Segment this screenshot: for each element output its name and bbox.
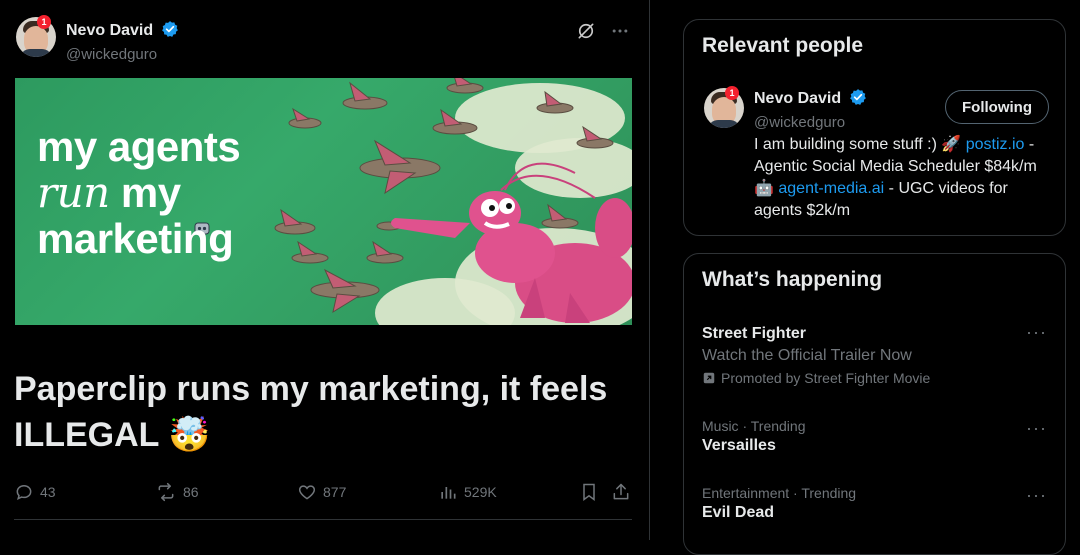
views-button[interactable]: 529K: [438, 482, 497, 502]
bio-link-agent-media[interactable]: agent-media.ai: [778, 180, 884, 197]
more-icon[interactable]: [609, 20, 631, 42]
lobster-illustration: [391, 162, 632, 323]
notification-badge: 1: [37, 15, 51, 29]
like-count: 877: [323, 484, 347, 500]
person-info: Nevo David @wickedguro: [754, 88, 867, 131]
trend-meta: Entertainment · Trending: [702, 485, 857, 501]
trend-title: Street Fighter: [702, 325, 807, 342]
reply-count: 43: [40, 484, 56, 500]
image-text-line1: my agents: [37, 123, 241, 170]
bio-link-postiz[interactable]: postiz.io: [966, 136, 1025, 153]
trend-meta: Music · Trending: [702, 418, 806, 434]
image-text-line2-rest: my: [109, 169, 181, 216]
share-button[interactable]: [611, 482, 631, 502]
author-handle[interactable]: @wickedguro: [66, 46, 179, 63]
bookmark-button[interactable]: [579, 482, 599, 502]
reply-icon: [16, 484, 32, 501]
bio-text: I am building some stuff :) 🚀: [754, 136, 966, 153]
relevant-people-title: Relevant people: [702, 34, 864, 57]
reply-button[interactable]: 43: [14, 482, 56, 502]
trend-item[interactable]: Entertainment · Trending Evil Dead ···: [702, 485, 1047, 522]
trend-description: Watch the Official Trailer Now: [702, 347, 912, 364]
post-actions: 43 86 877 529K: [14, 482, 632, 504]
bookmark-icon: [583, 483, 595, 501]
person-handle[interactable]: @wickedguro: [754, 114, 867, 131]
views-count: 529K: [464, 484, 497, 500]
like-icon: [298, 485, 316, 500]
image-text-line2-italic: run: [37, 168, 110, 217]
notification-badge: 1: [725, 86, 739, 100]
author-info: Nevo David @wickedguro: [66, 20, 179, 63]
whats-happening-title: What’s happening: [702, 268, 883, 291]
author-name[interactable]: Nevo David: [66, 22, 153, 39]
trend-title: Evil Dead: [702, 504, 775, 521]
verified-badge-icon: [161, 20, 179, 43]
following-button[interactable]: Following: [945, 90, 1049, 124]
post-column: 1 Nevo David @wickedguro my agents run m…: [0, 0, 649, 540]
image-text-line3: marketing: [37, 215, 234, 262]
trend-item[interactable]: Street Fighter Watch the Official Traile…: [702, 322, 1047, 386]
post-top-icons: [575, 20, 631, 42]
promoted-text: Promoted by Street Fighter Movie: [721, 370, 931, 386]
author-avatar[interactable]: 1: [16, 15, 56, 57]
relevant-people-card: Relevant people 1 Nevo David @wickedguro…: [683, 19, 1066, 236]
person-avatar[interactable]: 1: [704, 86, 744, 128]
image-caption-text: my agents run my marketing: [37, 123, 241, 262]
more-icon[interactable]: ···: [1026, 322, 1047, 343]
post-image[interactable]: my agents run my marketing: [15, 78, 632, 325]
verified-badge-icon: [849, 88, 867, 111]
person-bio: I am building some stuff :) 🚀 postiz.io …: [754, 134, 1054, 222]
grok-icon[interactable]: [575, 20, 597, 42]
share-icon: [613, 483, 629, 500]
post-text: Paperclip runs my marketing, it feels IL…: [14, 370, 608, 454]
promoted-icon: [703, 372, 715, 384]
divider: [14, 519, 632, 520]
column-divider: [649, 0, 650, 540]
more-icon[interactable]: ···: [1026, 418, 1047, 439]
person-name[interactable]: Nevo David: [754, 90, 841, 107]
repost-count: 86: [183, 484, 199, 500]
trend-item[interactable]: Music · Trending Versailles ···: [702, 418, 1047, 455]
views-icon: [441, 487, 456, 499]
promoted-label: Promoted by Street Fighter Movie: [702, 370, 1047, 386]
trend-title: Versailles: [702, 437, 776, 454]
repost-button[interactable]: 86: [155, 482, 199, 502]
more-icon[interactable]: ···: [1026, 485, 1047, 506]
like-button[interactable]: 877: [297, 482, 346, 502]
repost-icon: [158, 482, 174, 502]
whats-happening-card: What’s happening Street Fighter Watch th…: [683, 253, 1066, 555]
